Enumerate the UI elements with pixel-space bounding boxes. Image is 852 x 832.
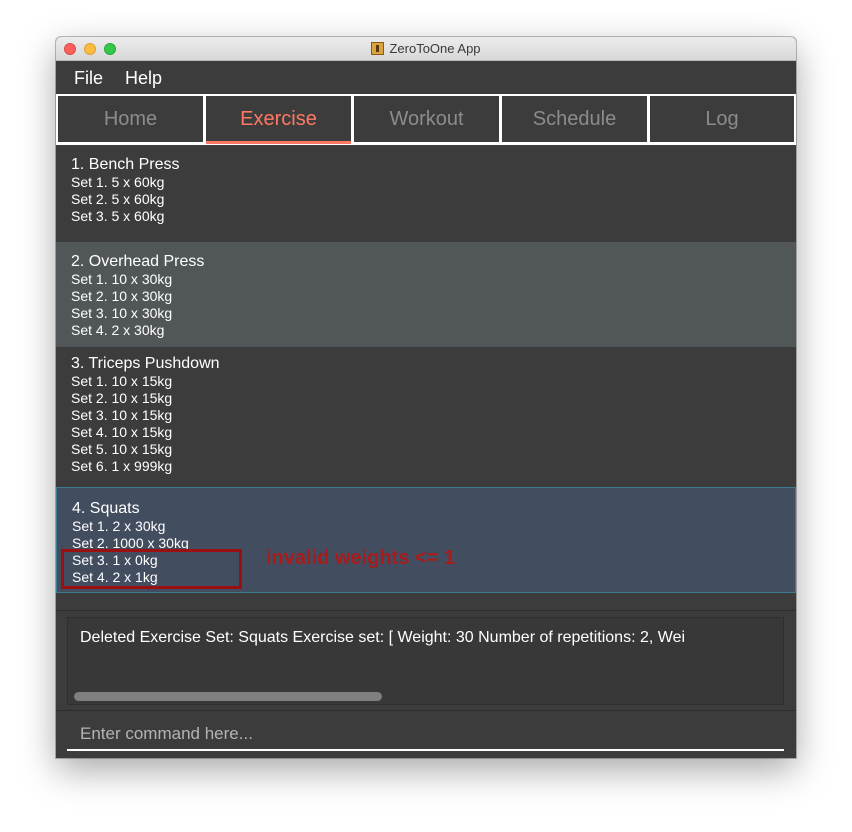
exercise-title: 2. Overhead Press — [71, 253, 205, 270]
exercise-title: 1. Bench Press — [71, 156, 180, 173]
exercise-set: Set 5. 10 x 15kg — [71, 441, 173, 457]
result-panel: Deleted Exercise Set: Squats Exercise se… — [56, 610, 796, 711]
tab-log[interactable]: Log — [650, 96, 794, 142]
exercise-card[interactable]: 3. Triceps Pushdown Set 1. 10 x 15kg Set… — [56, 347, 796, 479]
exercise-title: 4. Squats — [72, 500, 140, 517]
tab-workout[interactable]: Workout — [354, 96, 499, 142]
exercise-set: Set 1. 2 x 30kg — [72, 518, 166, 534]
tab-schedule[interactable]: Schedule — [502, 96, 647, 142]
window-title: ZeroToOne App — [56, 41, 796, 56]
exercise-set: Set 6. 1 x 999kg — [71, 458, 173, 474]
menu-help[interactable]: Help — [125, 68, 162, 89]
exercise-card[interactable]: 1. Bench Press Set 1. 5 x 60kg Set 2. 5 … — [56, 145, 796, 242]
command-input[interactable] — [67, 719, 784, 751]
annotation-highlight-box — [61, 549, 242, 589]
result-display[interactable]: Deleted Exercise Set: Squats Exercise se… — [67, 617, 784, 705]
app-window: ZeroToOne App File Help Home Exercise Wo… — [56, 37, 796, 758]
horizontal-scrollbar[interactable] — [74, 692, 382, 701]
command-box — [56, 710, 796, 758]
exercise-set: Set 1. 10 x 15kg — [71, 373, 173, 389]
exercise-list: 1. Bench Press Set 1. 5 x 60kg Set 2. 5 … — [56, 145, 796, 610]
app-icon — [371, 42, 385, 55]
menu-bar: File Help — [56, 61, 796, 94]
tab-bar: Home Exercise Workout Schedule Log — [56, 94, 796, 145]
exercise-set: Set 3. 5 x 60kg — [71, 208, 165, 224]
exercise-set: Set 4. 10 x 15kg — [71, 424, 173, 440]
exercise-set: Set 2. 10 x 15kg — [71, 390, 173, 406]
exercise-set: Set 3. 10 x 15kg — [71, 407, 173, 423]
exercise-set: Set 1. 10 x 30kg — [71, 271, 173, 287]
annotation-text: invalid weights <= 1 — [266, 547, 455, 569]
exercise-card[interactable]: 2. Overhead Press Set 1. 10 x 30kg Set 2… — [56, 242, 796, 347]
menu-file[interactable]: File — [74, 68, 103, 89]
exercise-set: Set 1. 5 x 60kg — [71, 174, 165, 190]
exercise-set: Set 4. 2 x 30kg — [71, 322, 165, 338]
exercise-title: 3. Triceps Pushdown — [71, 355, 220, 372]
exercise-set: Set 3. 10 x 30kg — [71, 305, 173, 321]
window-title-text: ZeroToOne App — [389, 41, 481, 56]
exercise-set: Set 2. 10 x 30kg — [71, 288, 173, 304]
tab-exercise[interactable]: Exercise — [206, 96, 351, 144]
result-text: Deleted Exercise Set: Squats Exercise se… — [80, 629, 686, 646]
title-bar: ZeroToOne App — [56, 37, 796, 61]
exercise-set: Set 2. 5 x 60kg — [71, 191, 165, 207]
tab-home[interactable]: Home — [58, 96, 203, 142]
